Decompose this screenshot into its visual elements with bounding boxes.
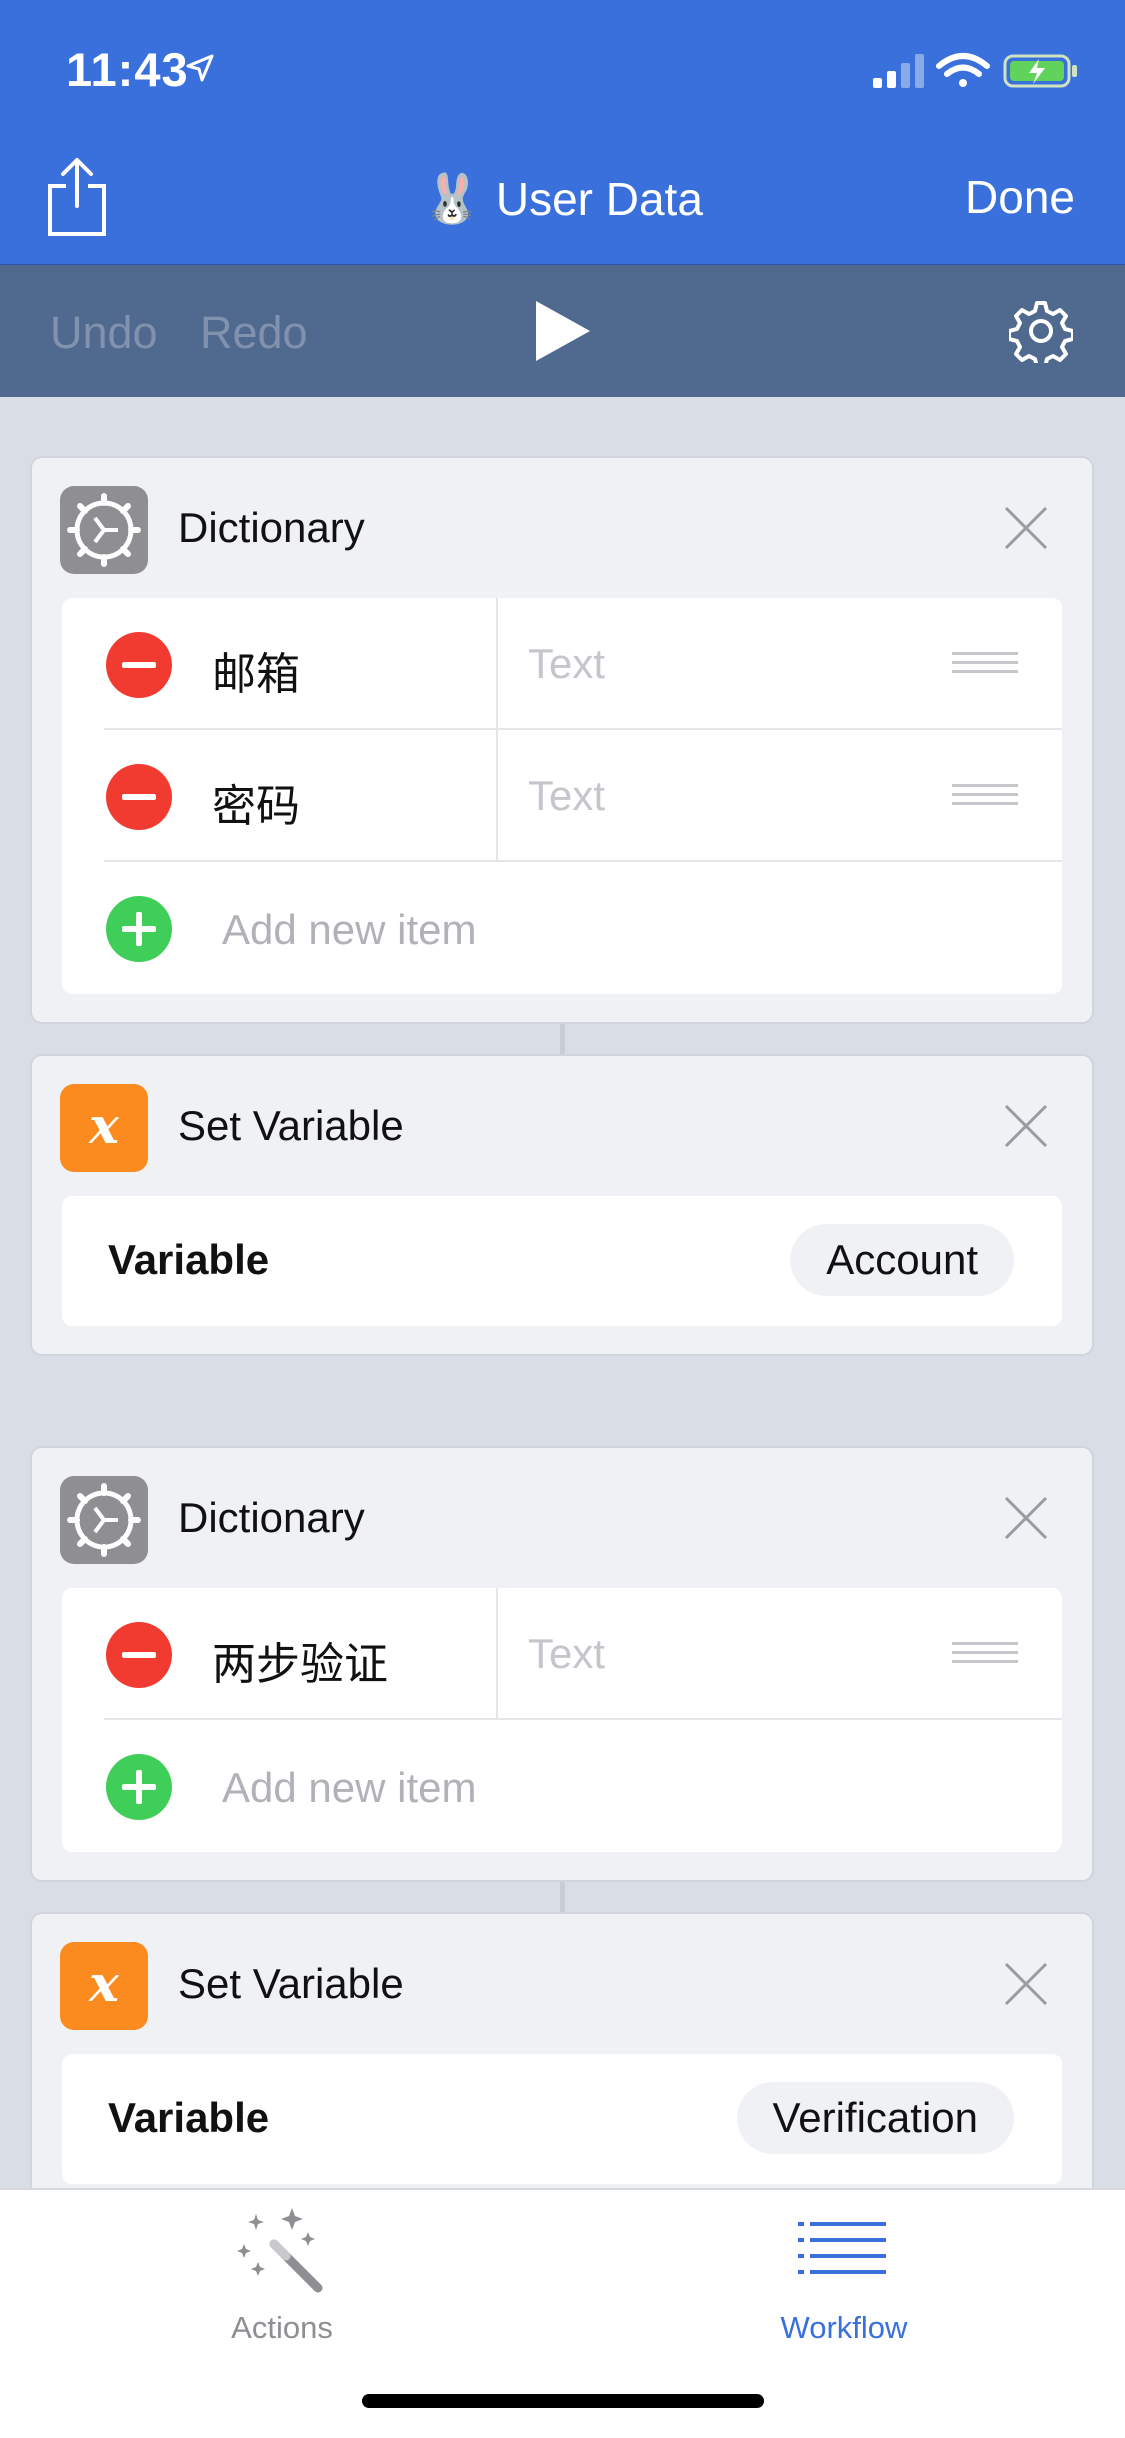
wifi-icon — [936, 53, 990, 87]
add-item-label[interactable]: Add new item — [222, 1764, 476, 1812]
action-connector — [560, 1882, 565, 1912]
dictionary-key[interactable]: 两步验证 — [212, 1628, 388, 1692]
dictionary-items: 两步验证 Text Add new item — [62, 1588, 1062, 1852]
signal-icon — [873, 54, 924, 88]
dictionary-key[interactable]: 密码 — [212, 770, 300, 834]
action-connector — [560, 1024, 565, 1054]
column-divider — [496, 598, 498, 730]
dictionary-items: 邮箱 Text 密码 Text Add new item — [62, 598, 1062, 994]
delete-item-minus-icon[interactable] — [106, 632, 172, 698]
done-button[interactable]: Done — [965, 170, 1075, 224]
remove-action-close-icon[interactable] — [1002, 1960, 1050, 2008]
workflow-title[interactable]: 🐰 User Data — [0, 170, 1125, 227]
variable-parameter-row: Variable Verification — [62, 2054, 1062, 2184]
remove-action-close-icon[interactable] — [1002, 1102, 1050, 1150]
delete-item-minus-icon[interactable] — [106, 764, 172, 830]
play-button[interactable] — [534, 299, 592, 363]
list-icon — [798, 2222, 886, 2274]
action-title: Set Variable — [178, 1960, 404, 2007]
action-header: Dictionary — [32, 458, 1092, 598]
column-divider — [496, 730, 498, 862]
add-item-plus-icon[interactable] — [106, 896, 172, 962]
home-indicator[interactable] — [362, 2394, 764, 2408]
variable-name-pill[interactable]: Account — [790, 1224, 1014, 1296]
dictionary-value-field[interactable]: Text — [528, 640, 605, 688]
action-header: x Set Variable — [32, 1914, 1092, 2054]
dictionary-action-card[interactable]: Dictionary 邮箱 Text 密码 Text Add new item — [30, 456, 1094, 1024]
status-time: 11:43 — [66, 43, 189, 96]
redo-button[interactable]: Redo — [200, 307, 308, 359]
action-title: Set Variable — [178, 1102, 404, 1149]
dictionary-action-card[interactable]: Dictionary 两步验证 Text Add new item — [30, 1446, 1094, 1882]
variable-x-icon: x — [60, 1084, 148, 1172]
add-item-row[interactable]: Add new item — [62, 1720, 1062, 1852]
magic-wand-icon — [237, 2208, 323, 2293]
workflow-emoji-icon: 🐰 — [422, 173, 482, 226]
settings-gear-icon[interactable] — [1009, 299, 1073, 363]
reorder-handle-icon[interactable] — [952, 784, 1018, 808]
variable-label: Variable — [108, 1236, 270, 1283]
dictionary-value-field[interactable]: Text — [528, 772, 605, 820]
tab-actions[interactable]: Actions — [132, 2190, 432, 2360]
dictionary-gear-icon — [60, 1476, 148, 1564]
variable-x-icon: x — [60, 1942, 148, 2030]
action-header: Dictionary — [32, 1448, 1092, 1588]
delete-item-minus-icon[interactable] — [106, 1622, 172, 1688]
variable-parameter-row: Variable Account — [62, 1196, 1062, 1326]
reorder-handle-icon[interactable] — [952, 652, 1018, 676]
dictionary-row: 两步验证 Text — [62, 1588, 1062, 1720]
undo-button[interactable]: Undo — [50, 307, 158, 359]
dictionary-row: 密码 Text — [62, 730, 1062, 862]
tab-actions-label: Actions — [231, 2310, 333, 2345]
column-divider — [496, 1588, 498, 1720]
status-indicators — [873, 50, 1083, 95]
add-item-plus-icon[interactable] — [106, 1754, 172, 1820]
reorder-handle-icon[interactable] — [952, 1642, 1018, 1666]
remove-action-close-icon[interactable] — [1002, 1494, 1050, 1542]
action-title: Dictionary — [178, 1494, 365, 1541]
workflow-title-text: User Data — [495, 173, 703, 225]
action-title: Dictionary — [178, 504, 365, 551]
set-variable-action-card[interactable]: x Set Variable Variable Verification — [30, 1912, 1094, 2214]
tab-workflow[interactable]: Workflow — [694, 2190, 994, 2360]
add-item-label[interactable]: Add new item — [222, 906, 476, 954]
add-item-row[interactable]: Add new item — [62, 862, 1062, 994]
dictionary-value-field[interactable]: Text — [528, 1630, 605, 1678]
set-variable-action-card[interactable]: x Set Variable Variable Account — [30, 1054, 1094, 1356]
variable-name-pill[interactable]: Verification — [736, 2082, 1014, 2154]
variable-label: Variable — [108, 2094, 270, 2141]
editor-toolbar: Undo Redo — [0, 264, 1125, 397]
tab-workflow-label: Workflow — [780, 2310, 908, 2345]
location-arrow-icon — [186, 54, 214, 82]
dictionary-row: 邮箱 Text — [62, 598, 1062, 730]
dictionary-gear-icon — [60, 486, 148, 574]
battery-charging-icon — [1003, 54, 1077, 88]
navigation-header: 11:43 🐰 User Data Done — [0, 0, 1125, 264]
dictionary-key[interactable]: 邮箱 — [212, 638, 300, 702]
action-header: x Set Variable — [32, 1056, 1092, 1196]
remove-action-close-icon[interactable] — [1002, 504, 1050, 552]
